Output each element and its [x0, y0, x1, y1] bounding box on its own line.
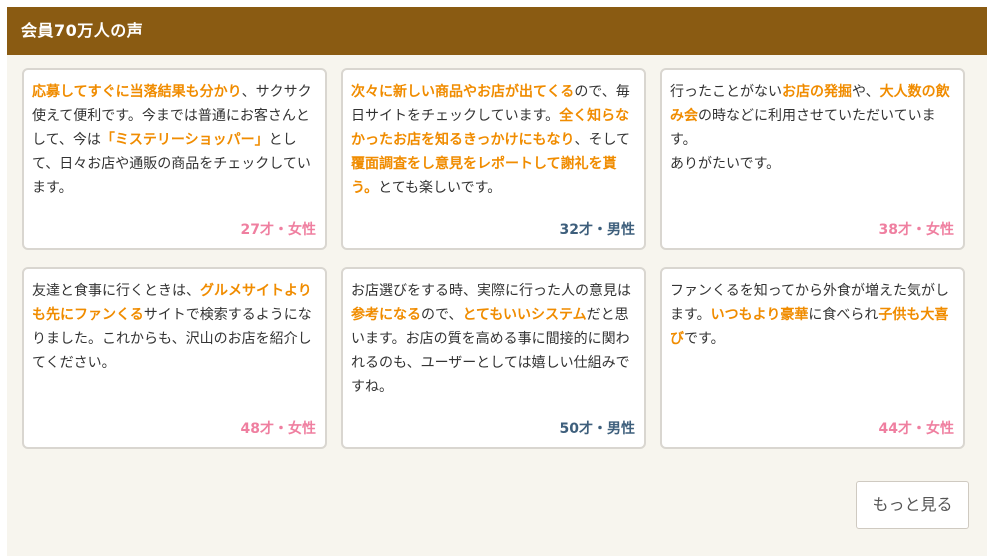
testimonial-segment: や、	[852, 84, 880, 100]
testimonial-highlight: 応募してすぐに当落結果も分かり	[32, 84, 242, 100]
testimonial-highlight: 次々に新しい商品やお店が出てくる	[351, 84, 575, 100]
testimonial-author: 48才・女性	[240, 421, 316, 437]
testimonial-highlight: 「ミステリーショッパー」	[100, 132, 269, 148]
testimonial-segment: 、そして	[574, 132, 631, 148]
testimonial-segment: です。	[684, 331, 725, 347]
testimonial-card: 次々に新しい商品やお店が出てくるので、毎日サイトをチェックしています。全く知らな…	[341, 68, 646, 250]
testimonial-segment: とても楽しいです。	[378, 180, 502, 196]
testimonial-card: ファンくるを知ってから外食が増えた気がします。いつもより豪華に食べられ子供も大喜…	[660, 267, 965, 449]
testimonial-card: 行ったことがないお店の発掘や、大人数の飲み会の時などに利用させていただいています…	[660, 68, 965, 250]
testimonial-author: 50才・男性	[559, 421, 635, 437]
testimonial-segment: 友達と食事に行くときは、	[32, 283, 200, 299]
testimonial-author: 44才・女性	[878, 421, 954, 437]
testimonial-card: お店選びをする時、実際に行った人の意見は参考になるので、とてもいいシステムだと思…	[341, 267, 646, 449]
testimonial-text: 行ったことがないお店の発掘や、大人数の飲み会の時などに利用させていただいています…	[670, 80, 960, 176]
testimonial-segment: の時などに利用させていただいています。	[670, 108, 936, 148]
testimonial-segment: ので、	[421, 307, 463, 323]
testimonial-segment: に食べられ	[808, 307, 879, 323]
testimonial-text: ファンくるを知ってから外食が増えた気がします。いつもより豪華に食べられ子供も大喜…	[670, 279, 960, 351]
testimonial-highlight: 参考になる	[351, 307, 421, 323]
testimonial-card: 友達と食事に行くときは、グルメサイトよりも先にファンくるサイトで検索するようにな…	[22, 267, 327, 449]
testimonial-text: 友達と食事に行くときは、グルメサイトよりも先にファンくるサイトで検索するようにな…	[32, 279, 322, 375]
testimonial-segment: お店選びをする時、実際に行った人の意見は	[351, 283, 631, 299]
testimonial-author: 27才・女性	[240, 222, 316, 238]
testimonial-text: 次々に新しい商品やお店が出てくるので、毎日サイトをチェックしています。全く知らな…	[351, 80, 641, 200]
testimonials-section: 会員70万人の声 応募してすぐに当落結果も分かり、サクサク使えて便利です。今まで…	[7, 4, 987, 556]
testimonial-text: お店選びをする時、実際に行った人の意見は参考になるので、とてもいいシステムだと思…	[351, 279, 641, 399]
section-title: 会員70万人の声	[21, 21, 144, 40]
testimonial-card: 応募してすぐに当落結果も分かり、サクサク使えて便利です。今までは普通にお客さんと…	[22, 68, 327, 250]
testimonial-highlight: いつもより豪華	[710, 307, 809, 323]
testimonial-highlight: とてもいいシステム	[462, 307, 587, 323]
testimonial-author: 38才・女性	[878, 222, 954, 238]
testimonial-text: 応募してすぐに当落結果も分かり、サクサク使えて便利です。今までは普通にお客さんと…	[32, 80, 322, 200]
testimonial-segment: 行ったことがない	[670, 84, 782, 100]
testimonial-segment: ありがたいです。	[670, 156, 781, 172]
testimonial-author: 32才・男性	[559, 222, 635, 238]
testimonial-highlight: お店の発掘	[782, 84, 852, 100]
more-button[interactable]: もっと見る	[856, 481, 969, 529]
section-header: 会員70万人の声	[7, 4, 987, 55]
